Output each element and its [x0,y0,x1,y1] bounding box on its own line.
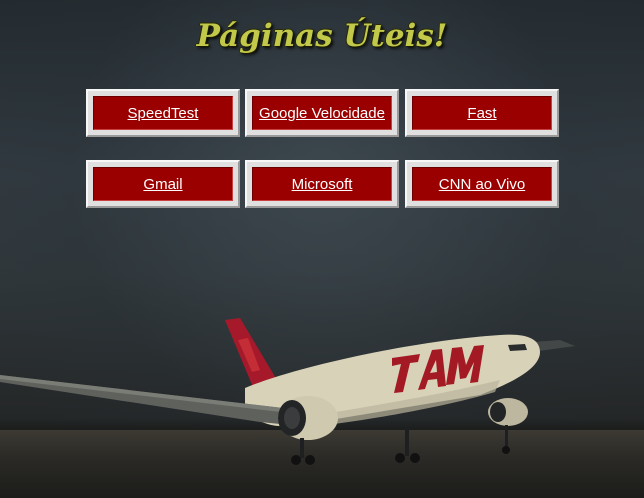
cnn-ao-vivo-link[interactable]: CNN ao Vivo [412,167,552,201]
page-title: Páginas Úteis! [196,18,448,54]
google-velocidade-link[interactable]: Google Velocidade [252,96,392,130]
fast-link[interactable]: Fast [412,96,552,130]
link-box-google-velocidade: Google Velocidade [245,89,399,137]
link-box-fast: Fast [405,89,559,137]
link-box-microsoft: Microsoft [245,160,399,208]
airplane-image [0,318,575,465]
microsoft-link[interactable]: Microsoft [252,167,392,201]
link-box-cnn-ao-vivo: CNN ao Vivo [405,160,559,208]
link-box-gmail: Gmail [86,160,240,208]
speedtest-link[interactable]: SpeedTest [93,96,233,130]
link-box-speedtest: SpeedTest [86,89,240,137]
gmail-link[interactable]: Gmail [93,167,233,201]
